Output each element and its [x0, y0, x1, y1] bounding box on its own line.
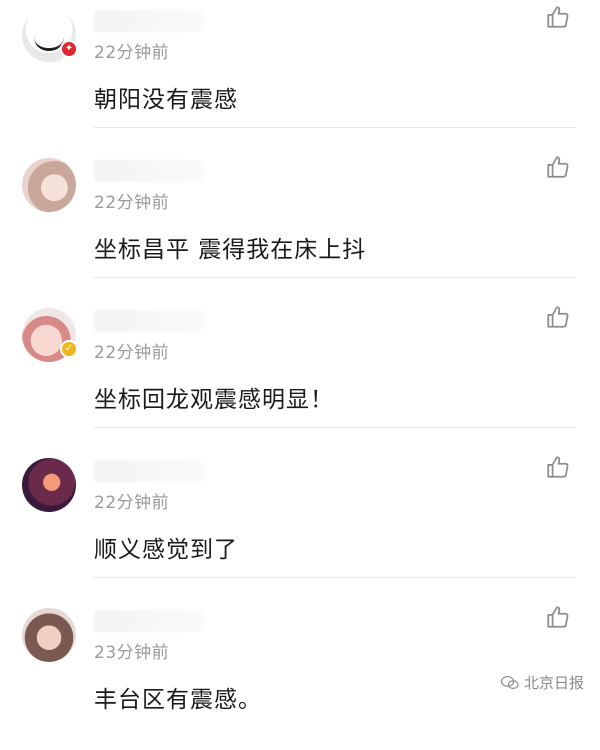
username-blurred[interactable]: [94, 310, 204, 332]
username-blurred[interactable]: [94, 460, 204, 482]
divider: [94, 127, 576, 128]
thumbs-up-icon[interactable]: [545, 154, 571, 180]
comment-time: 22分钟前: [94, 343, 170, 363]
watermark-label: 北京日报: [524, 674, 585, 692]
comment-text: 朝阳没有震感: [94, 87, 238, 113]
thumbs-up-icon[interactable]: [545, 4, 571, 30]
watermark: 北京日报: [500, 672, 584, 693]
comment-time: 23分钟前: [94, 643, 170, 663]
comment-item: ✦ 22分钟前 朝阳没有震感: [0, 0, 600, 150]
comment-text: 坐标回龙观震感明显！: [94, 387, 334, 413]
wechat-icon: [501, 675, 519, 689]
comment-text: 坐标昌平 震得我在床上抖: [94, 237, 367, 263]
divider: [94, 277, 576, 278]
comment-item: 22分钟前 坐标昌平 震得我在床上抖: [0, 150, 600, 300]
comment-time: 22分钟前: [94, 493, 170, 513]
verified-badge-icon: ✓: [60, 340, 78, 358]
comment-text: 丰台区有震感。: [94, 687, 262, 713]
username-blurred[interactable]: [94, 160, 204, 182]
divider: [94, 427, 576, 428]
thumbs-up-icon[interactable]: [545, 604, 571, 630]
divider: [94, 577, 576, 578]
comment-text: 顺义感觉到了: [94, 537, 238, 563]
avatar[interactable]: [22, 608, 76, 662]
comment-time: 22分钟前: [94, 43, 170, 63]
username-blurred[interactable]: [94, 10, 204, 32]
verified-badge-icon: ✦: [60, 40, 78, 58]
comment-item: 22分钟前 顺义感觉到了: [0, 450, 600, 600]
avatar[interactable]: [22, 158, 76, 212]
username-blurred[interactable]: [94, 610, 204, 632]
thumbs-up-icon[interactable]: [545, 454, 571, 480]
comment-time: 22分钟前: [94, 193, 170, 213]
thumbs-up-icon[interactable]: [545, 304, 571, 330]
avatar[interactable]: [22, 458, 76, 512]
comment-item: ✓ 22分钟前 坐标回龙观震感明显！: [0, 300, 600, 450]
